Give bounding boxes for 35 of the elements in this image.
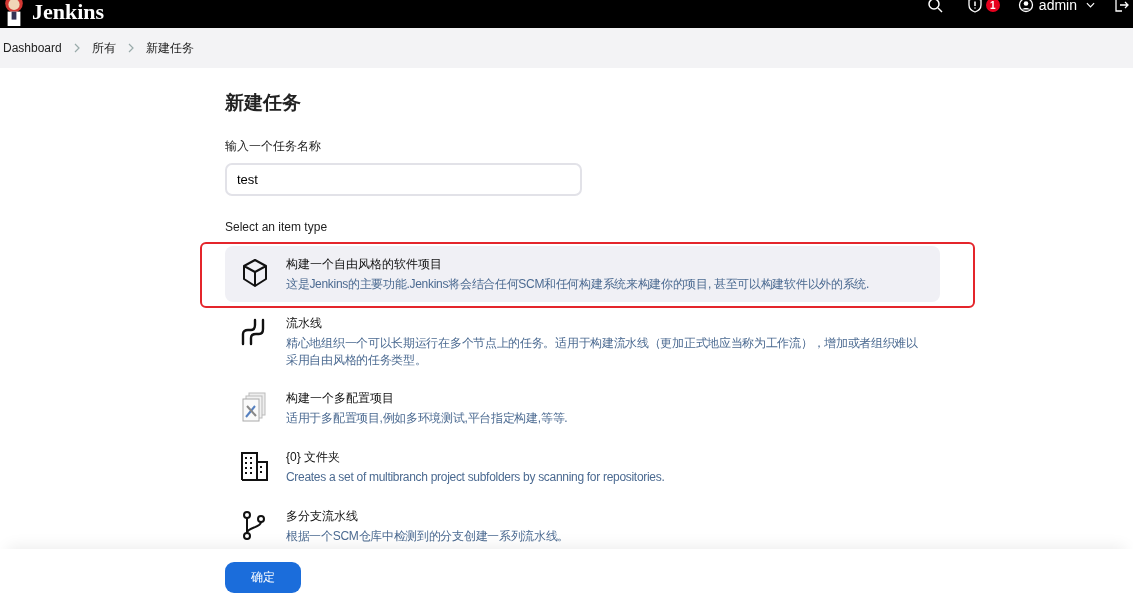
building-icon (239, 450, 271, 482)
item-description: 适用于多配置项目,例如多环境测试,平台指定构建,等等. (286, 410, 568, 427)
chevron-icon (73, 43, 80, 53)
item-type-option[interactable]: 构建一个多配置项目 适用于多配置项目,例如多环境测试,平台指定构建,等等. (225, 380, 940, 436)
item-description: 精心地组织一个可以长期运行在多个节点上的任务。适用于构建流水线（更加正式地应当称为工作流），增加或者组织难以采用自由风格的任务类型。 (286, 335, 919, 369)
item-type-option[interactable]: {0} 文件夹 Creates a set of multibranch project subfolders by scanning for repositories. (225, 439, 940, 495)
user-menu[interactable]: admin (1017, 0, 1095, 13)
alert-count[interactable]: 1 (985, 0, 1000, 12)
breadcrumb-link[interactable]: 新建任务 (145, 39, 194, 57)
logout-icon[interactable] (1113, 0, 1129, 13)
field-label: 输入一个任务名称 (225, 138, 322, 155)
page-title: 新建任务 (225, 91, 302, 115)
user-icon (1017, 0, 1034, 13)
section-label: Select an item type (225, 220, 329, 234)
caret-icon (1086, 2, 1095, 8)
brand-name[interactable]: Jenkins (32, 0, 105, 24)
item-title: 多分支流水线 (286, 508, 359, 525)
item-type-option[interactable]: 构建一个自由风格的软件项目 这是Jenkins的主要功能.Jenkins将会结合任何SCM和任何构建系统来构建你的项目, 甚至可以构建软件以外的系统. (225, 246, 940, 302)
butler-logo-icon (2, 0, 26, 26)
item-type-option[interactable]: 流水线 精心地组织一个可以长期运行在多个节点上的任务。适用于构建流水线（更加正式地应当称为工作流），增加或者组织难以采用自由风格的任务类型。 (225, 305, 940, 377)
search-icon[interactable] (926, 0, 943, 13)
ok-button[interactable]: 确定 (225, 562, 301, 593)
breadcrumb-link[interactable]: 所有 (91, 39, 116, 57)
item-title: 构建一个多配置项目 (286, 390, 395, 407)
chevron-icon (127, 43, 134, 53)
item-description: Creates a set of multibranch project subfolders by scanning for repositories. (286, 469, 665, 486)
item-type-option[interactable]: 多分支流水线 根据一个SCM仓库中检测到的分支创建一系列流水线。 (225, 498, 940, 553)
shield-icon[interactable] (966, 0, 983, 13)
name-input[interactable]: test (225, 163, 582, 196)
item-title: {0} 文件夹 (286, 449, 342, 466)
breadcrumb-link[interactable]: Dashboard (3, 41, 62, 55)
item-title: 流水线 (286, 315, 323, 332)
item-description: 这是Jenkins的主要功能.Jenkins将会结合任何SCM和任何构建系统来构建你的项目, 甚至可以构建软件以外的系统. (286, 276, 870, 293)
item-description: 根据一个SCM仓库中检测到的分支创建一系列流水线。 (286, 528, 570, 545)
item-title: 构建一个自由风格的软件项目 (286, 256, 443, 273)
